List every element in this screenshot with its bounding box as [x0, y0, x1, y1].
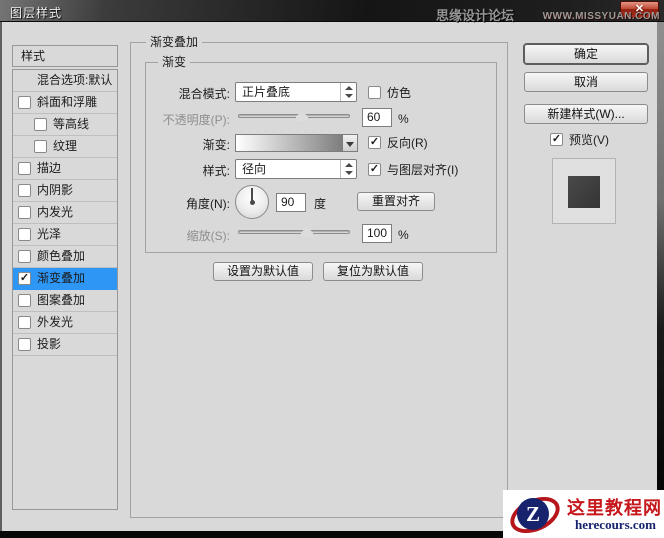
style-checkbox[interactable]: [18, 96, 31, 109]
sidebar-item-label: 颜色叠加: [37, 249, 86, 263]
reverse-checkbox[interactable]: ✓: [368, 136, 381, 149]
new-style-button[interactable]: 新建样式(W)...: [524, 104, 648, 124]
sidebar-item-label: 描边: [37, 161, 62, 175]
sidebar-item-颜色叠加[interactable]: 颜色叠加: [13, 246, 117, 268]
style-checkbox[interactable]: [18, 316, 31, 329]
sidebar-item-label: 混合选项:默认: [37, 73, 113, 87]
reset-default-button[interactable]: 复位为默认值: [323, 262, 423, 281]
angle-input[interactable]: 90: [276, 193, 306, 212]
style-checkbox[interactable]: ✓: [18, 272, 31, 285]
watermark-url-text: WWW.MISSYUAN.COM: [542, 11, 660, 22]
style-checkbox[interactable]: [18, 206, 31, 219]
style-preview-thumbnail: [552, 158, 616, 224]
scale-slider[interactable]: [238, 226, 350, 238]
opacity-slider[interactable]: [238, 110, 350, 122]
style-checkbox[interactable]: [18, 162, 31, 175]
sidebar-item-label: 内阴影: [37, 183, 74, 197]
watermark-site-text: 思缘设计论坛: [435, 8, 514, 23]
style-select[interactable]: 径向: [235, 159, 357, 179]
spinner-arrows-icon: [340, 83, 356, 101]
style-checkbox[interactable]: [18, 294, 31, 307]
opacity-slider-thumb[interactable]: [296, 111, 308, 121]
sidebar-item-label: 等高线: [53, 117, 90, 131]
style-value: 径向: [242, 162, 267, 176]
window-border-left: [0, 22, 2, 531]
scale-slider-thumb[interactable]: [301, 227, 313, 237]
style-checkbox[interactable]: [18, 228, 31, 241]
style-checkbox[interactable]: [34, 140, 47, 153]
opacity-unit: %: [398, 112, 409, 126]
tutorial-site-logo: Z 这里教程网 herecours.com: [503, 489, 664, 538]
make-default-button[interactable]: 设置为默认值: [213, 262, 313, 281]
sidebar-item-label: 光泽: [37, 227, 62, 241]
scale-slider-groove: [238, 230, 350, 234]
sidebar-item-渐变叠加[interactable]: ✓ 渐变叠加: [13, 268, 117, 290]
style-checkbox[interactable]: [34, 118, 47, 131]
sidebar-item-label: 内发光: [37, 205, 74, 219]
align-layer-label: 与图层对齐(I): [387, 163, 459, 177]
sidebar-item-label: 纹理: [53, 139, 78, 153]
ok-button[interactable]: 确定: [524, 44, 648, 64]
style-checkbox[interactable]: [18, 338, 31, 351]
titlebar[interactable]: 图层样式 思缘设计论坛 WWW.MISSYUAN.COM ✕: [0, 0, 664, 23]
style-checkbox[interactable]: [18, 250, 31, 263]
gradient-label: 渐变:: [202, 138, 230, 152]
style-label: 样式:: [202, 164, 230, 178]
layer-style-dialog: 图层样式 思缘设计论坛 WWW.MISSYUAN.COM ✕ 样式 混合选项:默…: [0, 0, 664, 538]
scale-label: 缩放(S):: [186, 229, 230, 243]
subgroup-title: 渐变: [158, 55, 191, 69]
preview-swatch: [568, 176, 600, 208]
reset-align-button[interactable]: 重置对齐: [357, 192, 435, 211]
sidebar-item-label: 斜面和浮雕: [37, 95, 98, 109]
blend-mode-value: 正片叠底: [242, 85, 291, 99]
logo-z-icon: Z: [517, 498, 549, 530]
style-checkbox[interactable]: [18, 184, 31, 197]
spinner-arrows-icon: [340, 160, 356, 178]
preview-checkbox[interactable]: ✓: [550, 133, 563, 146]
style-list: 混合选项:默认 斜面和浮雕 等高线 纹理 描边 内阴影 内发光 光泽 颜色叠加 …: [12, 69, 118, 510]
logo-site-url: herecours.com: [575, 517, 656, 532]
scale-unit: %: [398, 228, 409, 242]
angle-label: 角度(N):: [186, 197, 230, 211]
angle-dial[interactable]: [235, 185, 269, 219]
opacity-slider-groove: [238, 114, 350, 118]
dither-label: 仿色: [387, 86, 412, 100]
opacity-input[interactable]: 60: [362, 108, 392, 127]
preview-label: 预览(V): [569, 133, 609, 147]
sidebar-item-label: 渐变叠加: [37, 271, 86, 285]
scale-input[interactable]: 100: [362, 224, 392, 243]
reverse-label: 反向(R): [387, 136, 428, 150]
angle-hub-icon: [250, 200, 255, 205]
blend-mode-select[interactable]: 正片叠底: [235, 82, 357, 102]
dither-checkbox[interactable]: [368, 86, 381, 99]
cancel-button[interactable]: 取消: [524, 72, 648, 92]
window-border-right: [657, 22, 664, 531]
blend-mode-label: 混合模式:: [178, 87, 230, 101]
angle-unit: 度: [314, 197, 327, 211]
opacity-label: 不透明度(P):: [162, 113, 230, 127]
dialog-title: 图层样式: [10, 6, 63, 20]
sidebar-item-外发光[interactable]: 外发光: [13, 312, 117, 334]
gradient-picker-arrow-icon[interactable]: [343, 134, 358, 152]
group-title: 渐变叠加: [146, 35, 203, 49]
align-layer-checkbox[interactable]: ✓: [368, 163, 381, 176]
sidebar-item-图案叠加[interactable]: 图案叠加: [13, 290, 117, 312]
styles-header: 样式: [12, 45, 118, 67]
sidebar-item-label: 外发光: [37, 315, 74, 329]
gradient-preview-well[interactable]: [235, 134, 343, 152]
sidebar-item-投影[interactable]: 投影: [13, 334, 117, 356]
sidebar-item-label: 图案叠加: [37, 293, 86, 307]
sidebar-item-label: 投影: [37, 337, 62, 351]
